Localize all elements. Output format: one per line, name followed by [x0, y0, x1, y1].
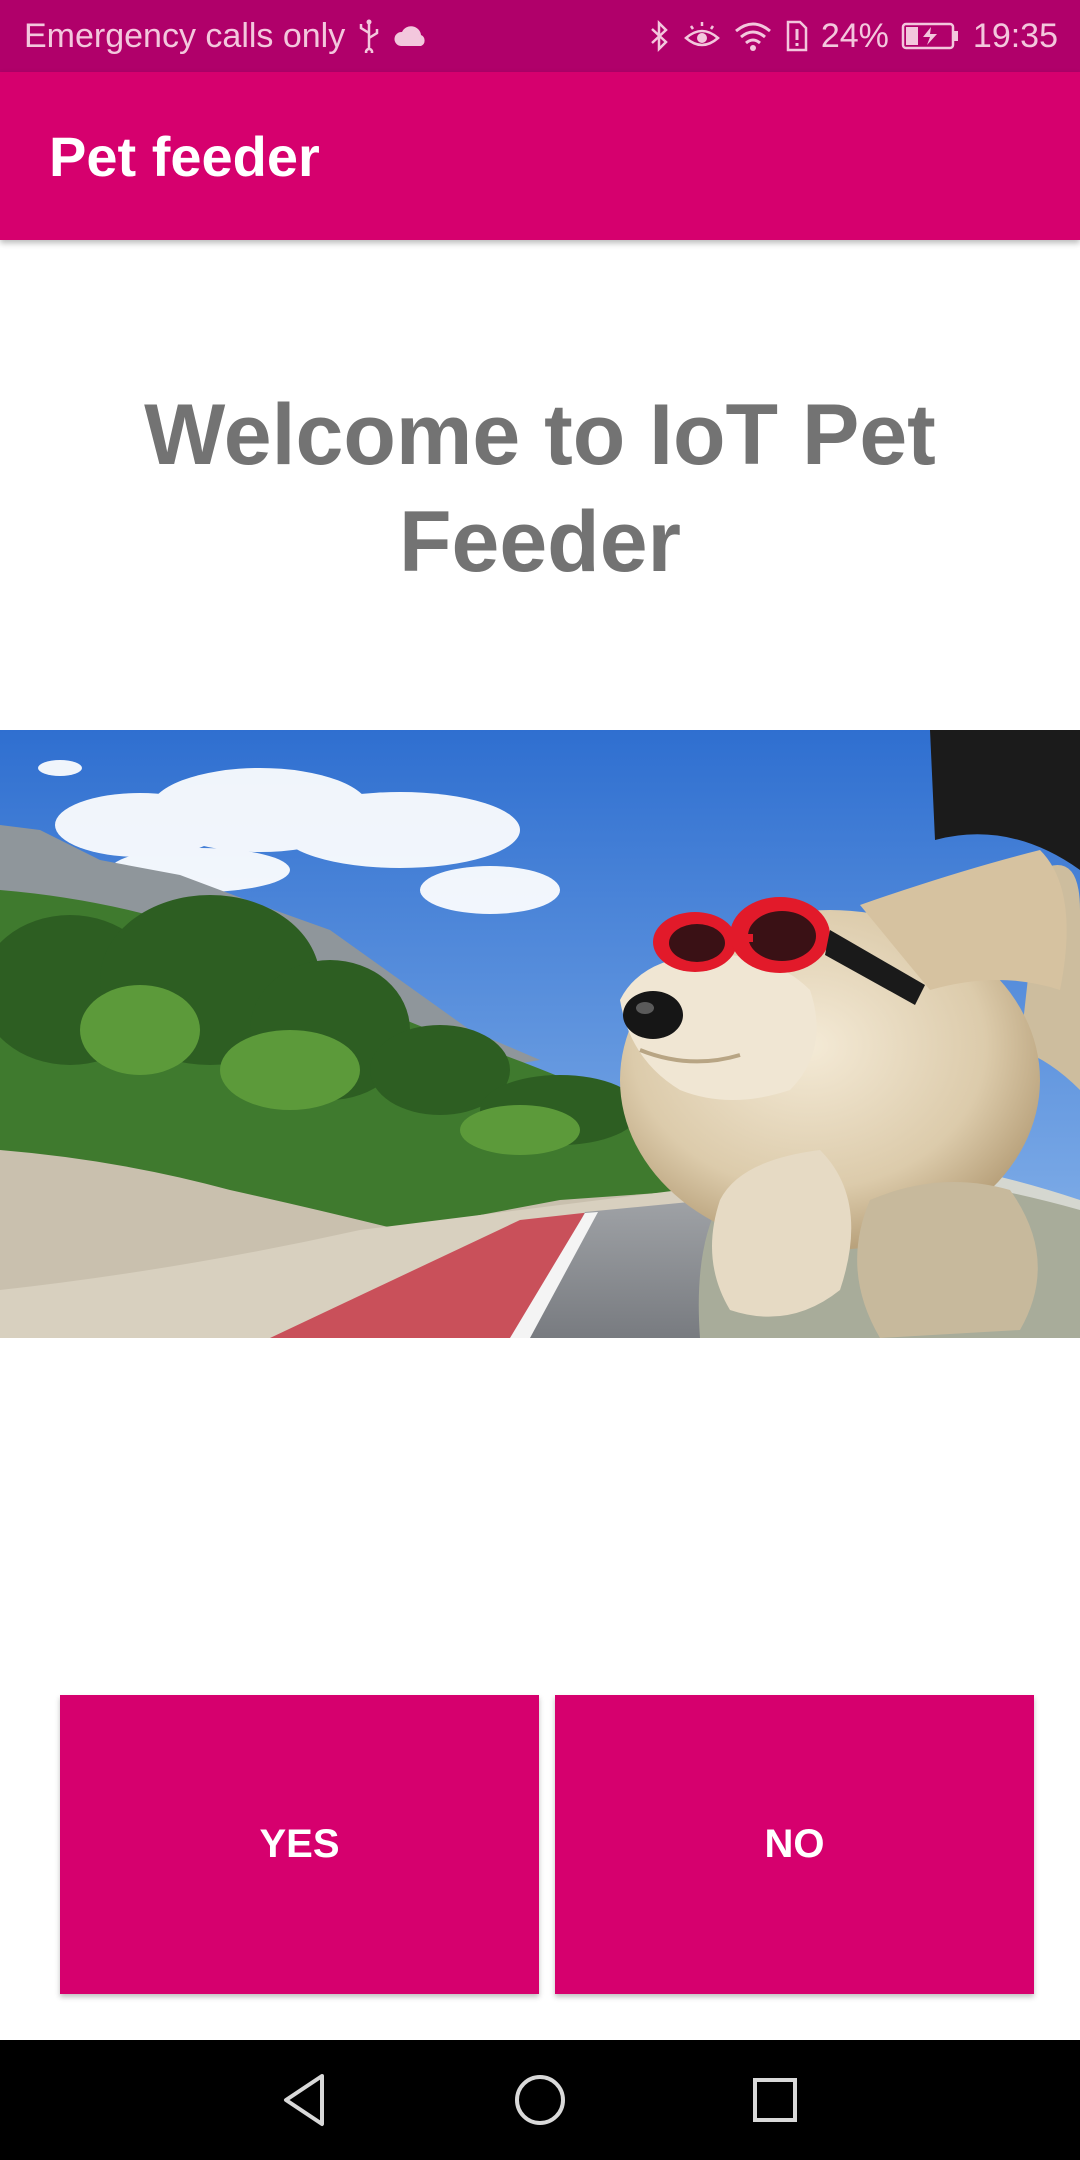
app-title: Pet feeder — [49, 124, 320, 188]
back-icon[interactable] — [270, 2065, 340, 2135]
hero-image — [0, 730, 1080, 1338]
carrier-text: Emergency calls only — [24, 16, 346, 55]
recents-icon[interactable] — [740, 2065, 810, 2135]
status-bar: Emergency calls only 24% 19:35 — [0, 0, 1080, 72]
usb-icon — [357, 19, 381, 53]
navigation-bar — [0, 2040, 1080, 2160]
wifi-icon — [733, 19, 773, 53]
no-button[interactable]: NO — [555, 1695, 1034, 1994]
welcome-title: Welcome to IoT Pet Feeder — [144, 387, 936, 590]
cloud-icon — [393, 24, 429, 48]
app-bar: Pet feeder — [0, 72, 1080, 240]
yes-button[interactable]: YES — [60, 1695, 539, 1994]
bluetooth-icon — [647, 19, 671, 53]
battery-charging-icon — [901, 21, 961, 51]
sim-icon — [785, 19, 809, 53]
clock: 19:35 — [972, 16, 1058, 55]
eye-comfort-icon — [683, 19, 721, 53]
battery-percent: 24% — [820, 16, 889, 55]
home-icon[interactable] — [505, 2065, 575, 2135]
